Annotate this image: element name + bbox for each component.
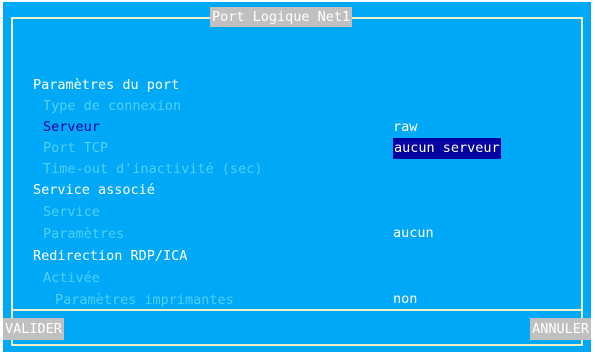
dialog-title: Port Logique Net1 (210, 7, 353, 27)
button-separator (11, 309, 583, 311)
field-value[interactable]: non (393, 289, 417, 310)
field-label: Paramètres imprimantes (55, 292, 234, 308)
field-printer-params[interactable]: Paramètres imprimantes (3, 269, 234, 308)
field-enabled[interactable]: Activée non (3, 247, 417, 307)
field-value[interactable]: raw (393, 117, 417, 138)
field-label: Activée (43, 270, 100, 286)
field-label: Service (43, 204, 100, 220)
field-connection-type[interactable]: Type de connexion raw (3, 75, 417, 135)
field-label: Port TCP (43, 140, 109, 156)
field-label: Type de connexion (43, 98, 182, 114)
section-heading: Redirection RDP/ICA (33, 248, 188, 264)
field-timeout[interactable]: Time-out d'inactivité (sec) (3, 138, 262, 177)
field-service-params[interactable]: Paramètres (3, 203, 124, 242)
section-heading: Service associé (33, 182, 155, 198)
server-value-selected[interactable]: aucun serveur (393, 138, 501, 159)
field-value[interactable]: aucun (393, 223, 434, 244)
dialog: Port Logique Net1 Paramètres du port Typ… (3, 2, 591, 352)
field-service[interactable]: Service aucun (3, 181, 434, 241)
field-tcp-port[interactable]: Port TCP (3, 117, 108, 156)
cancel-button[interactable]: ANNULER (530, 318, 591, 340)
frame-bottom-border (11, 344, 583, 346)
field-label: Time-out d'inactivité (sec) (43, 161, 263, 177)
frame-right-border (581, 17, 583, 346)
section-assoc-service: Service associé (3, 159, 155, 198)
validate-button[interactable]: VALIDER (3, 318, 64, 340)
field-server[interactable]: Serveur aucun serveur (3, 96, 501, 159)
field-label: Serveur (43, 119, 100, 135)
section-heading: Paramètres du port (33, 77, 180, 93)
section-redirection: Redirection RDP/ICA (3, 225, 187, 264)
section-port-params: Paramètres du port (3, 54, 179, 93)
field-label: Paramètres (43, 226, 125, 242)
